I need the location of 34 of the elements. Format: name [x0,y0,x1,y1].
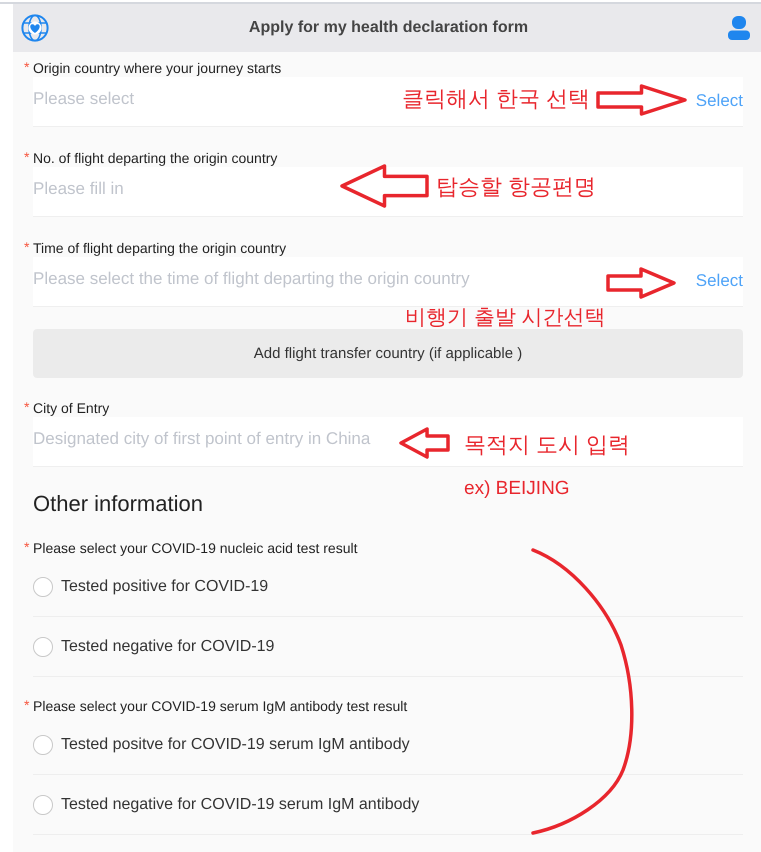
field-label: Please select your COVID-19 nucleic acid test result [33,540,358,556]
annotation-note: 클릭해서 한국 선택 [402,87,590,111]
select-field[interactable]: Please select the time of flight departing the origin country [33,257,686,307]
select-button[interactable]: Select [686,257,743,307]
option-label: Tested positive for COVID-19 [61,578,268,596]
field-label: No. of flight departing the origin country [33,150,278,166]
annotation-note: 목적지 도시 입력 [464,433,630,457]
required-mark: * [24,150,30,164]
add-transfer-button[interactable]: Add flight transfer country (if applicable ) [33,329,743,378]
option-label: Tested positve for COVID-19 serum IgM antibody [61,736,410,754]
field-label: Origin country where your journey starts [33,60,282,76]
left-arrow [399,427,450,459]
field-label: Please select your COVID-19 serum IgM antibody test result [33,698,408,714]
radio-button[interactable] [33,576,53,596]
user-icon[interactable] [728,16,750,40]
required-mark: * [24,540,30,554]
radio-button[interactable] [33,636,53,656]
radio-button[interactable] [33,794,53,814]
annotation-note: 비행기 출발 시간선택 [405,307,606,328]
select-button[interactable]: Select [686,77,743,127]
annotation-note: 탑승할 항공편명 [436,175,596,199]
field-label: City of Entry [33,400,110,416]
section-heading: Other information [33,490,203,518]
page-title: Apply for my health declaration form [248,19,528,37]
radio-button[interactable] [33,734,53,754]
option-label: Tested negative for COVID-19 serum IgM antibody [61,796,420,814]
field-label: Time of flight departing the origin country [33,240,288,256]
annotation-note: ex) BEIJING [464,477,570,501]
right-arrow [606,267,676,299]
option-label: Tested negative for COVID-19 [61,638,274,656]
required-mark: * [24,400,30,414]
required-mark: * [24,698,30,712]
required-mark: * [24,240,30,254]
required-mark: * [24,60,30,74]
